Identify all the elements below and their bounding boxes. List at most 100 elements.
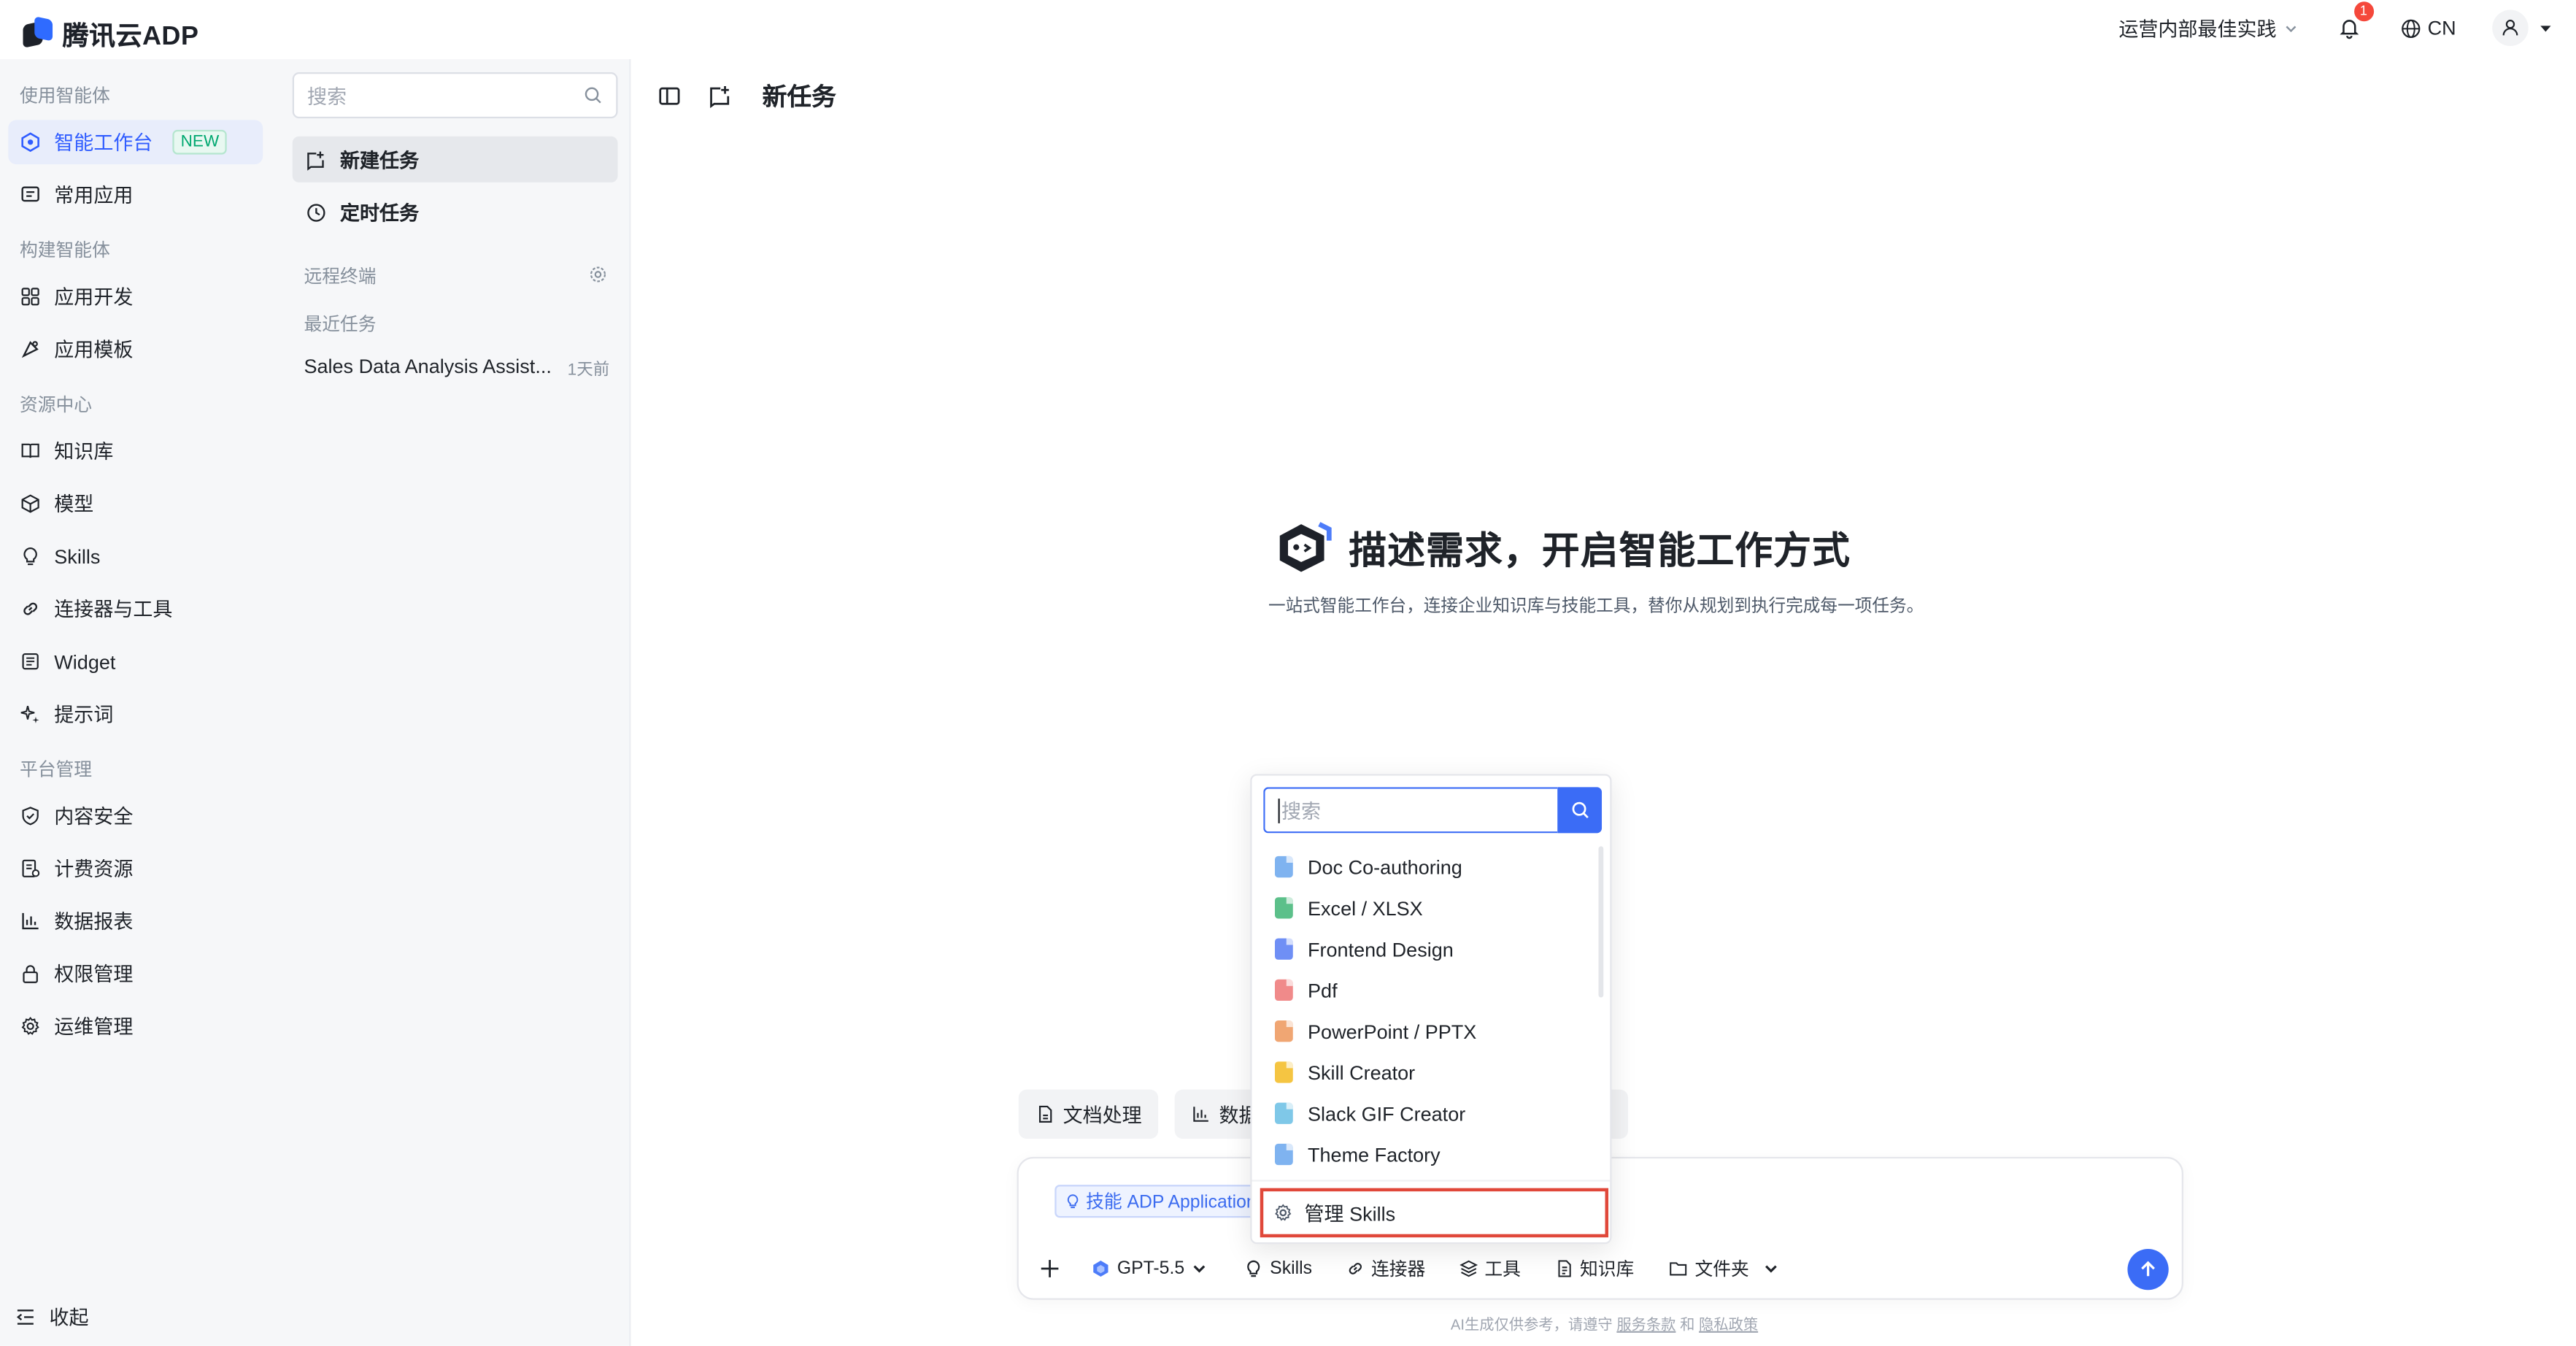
recent-tasks-label: 最近任务: [304, 315, 377, 336]
skills-label: Skills: [1270, 1258, 1312, 1279]
text-caret: [1278, 799, 1280, 823]
sidebar-item-reports[interactable]: 数据报表: [8, 899, 263, 943]
sidebar-item-label: 应用开发: [54, 285, 134, 309]
lightbulb-icon: [23, 547, 37, 566]
sidebar-item-apps[interactable]: 常用应用: [8, 172, 263, 217]
skill-file-icon: [1275, 938, 1293, 960]
skill-chip[interactable]: 技能 ADP Application: [1054, 1185, 1267, 1218]
remote-terminal-label: 远程终端: [304, 267, 377, 288]
knowledge-button[interactable]: 知识库: [1554, 1255, 1634, 1282]
document-icon: [1557, 1260, 1570, 1277]
skill-file-icon: [1275, 1020, 1293, 1042]
message-square-icon: [21, 186, 39, 202]
workspace-selector[interactable]: 运营内部最佳实践: [2118, 14, 2297, 42]
sidebar-item-knowledge[interactable]: 知识库: [8, 429, 263, 474]
sidebar-item-widget[interactable]: Widget: [8, 639, 263, 684]
chevron-down-icon: [2285, 25, 2296, 32]
model-selector[interactable]: GPT-5.5: [1091, 1258, 1208, 1279]
lightbulb-icon: [1067, 1194, 1079, 1209]
skills-list: Doc Co-authoring Excel / XLSX Frontend Des…: [1252, 846, 1600, 1174]
footer-and: 和: [1680, 1316, 1695, 1333]
task-search-placeholder: 搜索: [306, 84, 347, 108]
manage-skills-label: 管理 Skills: [1304, 1201, 1396, 1226]
skill-option[interactable]: Slack GIF Creator: [1252, 1093, 1600, 1134]
main-header: 新任务: [658, 79, 836, 113]
page-title: 新任务: [762, 83, 836, 112]
clock-icon: [307, 203, 325, 221]
skills-list-scrollbar[interactable]: [1598, 846, 1604, 998]
skill-option-label: Slack GIF Creator: [1308, 1101, 1466, 1126]
collapse-button[interactable]: 收起: [15, 1303, 89, 1331]
sidebar-item-model[interactable]: 模型: [8, 482, 263, 526]
sidebar-toggle-icon[interactable]: [658, 84, 682, 109]
model-logo-icon: [1093, 1261, 1108, 1277]
logo[interactable]: 腾讯云ADP: [23, 13, 199, 53]
sidebar-item-content-security[interactable]: 内容安全: [8, 793, 263, 838]
skill-file-icon: [1275, 979, 1293, 1001]
recent-task-item[interactable]: Sales Data Analysis Assist... 1天前: [304, 355, 609, 380]
skill-option-label: Doc Co-authoring: [1308, 855, 1462, 879]
workspace-name: 运营内部最佳实践: [2118, 17, 2277, 41]
skills-search-input[interactable]: 搜索: [1263, 787, 1558, 834]
skill-option[interactable]: Doc Co-authoring: [1252, 846, 1600, 887]
folder-icon: [1669, 1262, 1686, 1276]
quick-action-doc[interactable]: 文档处理: [1018, 1089, 1159, 1139]
sidebar-item-label: Skills: [54, 545, 101, 568]
caret-down-icon: [2540, 25, 2551, 31]
add-button[interactable]: [1038, 1257, 1062, 1280]
skill-option[interactable]: Frontend Design: [1252, 928, 1600, 969]
scheduled-task-button[interactable]: 定时任务: [293, 189, 618, 235]
sidebar-item-workbench[interactable]: 智能工作台 NEW: [8, 120, 263, 165]
privacy-link[interactable]: 隐私政策: [1699, 1316, 1758, 1333]
tools-label: 工具: [1484, 1260, 1521, 1280]
folder-label: 文件夹: [1694, 1260, 1749, 1280]
sidebar-item-label: 运维管理: [54, 1015, 134, 1039]
sidebar-item-skills[interactable]: Skills: [8, 534, 263, 579]
send-button[interactable]: [2127, 1248, 2169, 1291]
user-menu[interactable]: [2492, 9, 2553, 47]
notification-button[interactable]: 1: [2334, 1, 2374, 43]
skill-option[interactable]: Skill Creator: [1252, 1052, 1600, 1093]
skill-option-label: Theme Factory: [1308, 1142, 1441, 1166]
sidebar-item-billing[interactable]: 计费资源: [8, 846, 263, 891]
sidebar-section-build: 构建智能体: [20, 241, 110, 261]
sidebar-item-connectors[interactable]: 连接器与工具: [8, 587, 263, 631]
terms-link[interactable]: 服务条款: [1616, 1316, 1675, 1333]
skill-file-icon: [1275, 897, 1293, 919]
top-bar: 腾讯云ADP 运营内部最佳实践 1 CN: [0, 0, 2576, 60]
sidebar-section-platform: 平台管理: [20, 761, 93, 781]
task-search-input[interactable]: 搜索: [292, 72, 618, 119]
lock-icon: [23, 965, 38, 983]
sidebar-item-app-dev[interactable]: 应用开发: [8, 274, 263, 319]
folder-button[interactable]: 文件夹: [1667, 1255, 1778, 1282]
settings-icon[interactable]: [588, 264, 608, 284]
new-chat-icon[interactable]: [708, 84, 733, 109]
sidebar-section-use: 使用智能体: [20, 87, 110, 107]
manage-skills-button[interactable]: 管理 Skills: [1260, 1188, 1609, 1238]
hero-title: 描述需求，开启智能工作方式: [1349, 528, 1851, 572]
sidebar-item-label: 常用应用: [54, 184, 134, 207]
sidebar-item-prompts[interactable]: 提示词: [8, 692, 263, 737]
language-switch[interactable]: CN: [2399, 17, 2456, 39]
recent-task-time: 1天前: [567, 361, 610, 380]
sidebar-item-permissions[interactable]: 权限管理: [8, 952, 263, 996]
tools-button[interactable]: 工具: [1458, 1255, 1521, 1282]
new-chat-icon: [307, 150, 324, 170]
sidebar-item-label: 权限管理: [54, 963, 134, 986]
new-task-button[interactable]: 新建任务: [292, 136, 618, 182]
skills-button[interactable]: Skills: [1243, 1258, 1312, 1279]
skills-search-button[interactable]: [1557, 787, 1603, 834]
sidebar-item-ops[interactable]: 运维管理: [8, 1004, 263, 1049]
skill-option[interactable]: Excel / XLSX: [1252, 888, 1600, 928]
cube-icon: [21, 494, 39, 513]
skill-option[interactable]: Theme Factory: [1252, 1134, 1600, 1174]
skill-option[interactable]: PowerPoint / PPTX: [1252, 1011, 1600, 1052]
search-icon: [1571, 801, 1588, 818]
skill-option-label: Frontend Design: [1308, 937, 1454, 961]
gear-icon: [1275, 1204, 1292, 1221]
sidebar-item-app-templates[interactable]: 应用模板: [8, 327, 263, 372]
skill-file-icon: [1275, 1102, 1293, 1124]
skill-option[interactable]: Pdf: [1252, 969, 1600, 1010]
connectors-button[interactable]: 连接器: [1345, 1255, 1425, 1282]
connectors-label: 连接器: [1371, 1260, 1426, 1280]
